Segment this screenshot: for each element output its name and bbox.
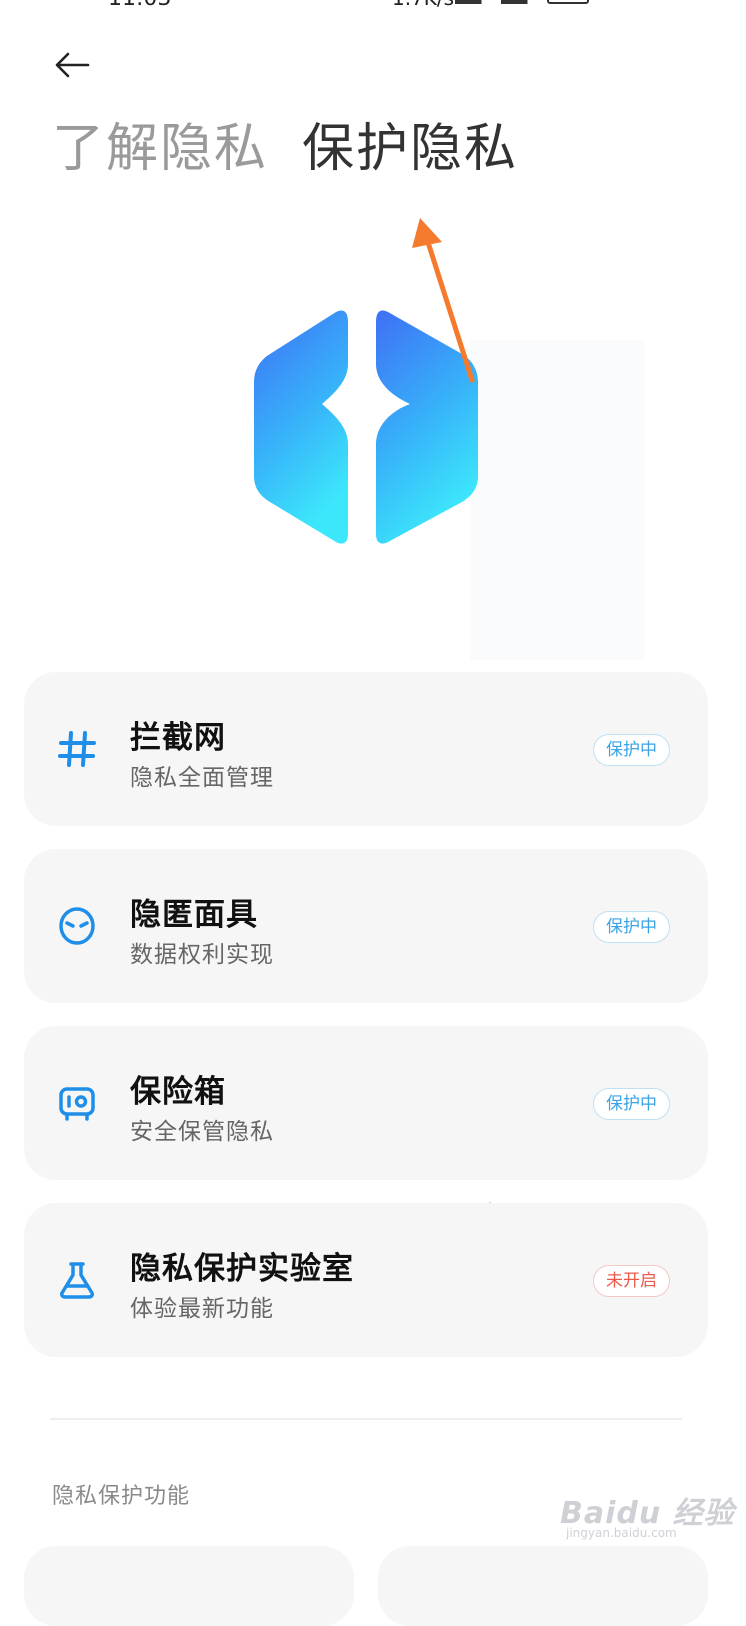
tab-protect-privacy[interactable]: 保护隐私 — [302, 118, 518, 180]
card-interception-net[interactable]: 拦截网 隐私全面管理 保护中 — [24, 672, 708, 826]
status-badge: 未开启 — [593, 1265, 670, 1297]
feature-card-right[interactable] — [378, 1546, 708, 1626]
battery-icon — [547, 0, 589, 4]
status-badge: 保护中 — [593, 1088, 670, 1120]
divider — [50, 1418, 682, 1420]
feature-card-left[interactable] — [24, 1546, 354, 1626]
flask-icon — [60, 1262, 94, 1299]
back-arrow-icon — [55, 52, 90, 78]
card-subtitle: 安全保管隐私 — [130, 1119, 274, 1145]
card-subtitle: 体验最新功能 — [130, 1296, 274, 1322]
card-title: 隐私保护实验室 — [130, 1251, 354, 1287]
card-privacy-mask[interactable]: 隐匿面具 数据权利实现 保护中 — [24, 849, 708, 1003]
card-privacy-lab[interactable]: 隐私保护实验室 体验最新功能 未开启 — [24, 1203, 708, 1357]
status-bar: 11:03 1.7K/s — [0, 0, 746, 11]
tab-bar: 了解隐私 保护隐私 — [52, 118, 518, 180]
card-subtitle: 数据权利实现 — [130, 942, 274, 968]
signal-icon — [455, 0, 493, 4]
status-time: 11:03 — [108, 0, 171, 11]
status-badge: 保护中 — [593, 734, 670, 766]
card-title: 隐匿面具 — [130, 897, 258, 933]
privacy-shield-logo-icon — [254, 310, 478, 544]
mask-icon — [59, 907, 95, 945]
background-haze — [470, 340, 645, 660]
tab-learn-privacy[interactable]: 了解隐私 — [52, 118, 268, 180]
signal-icon-2 — [501, 0, 539, 4]
network-speed: 1.7K/s — [392, 0, 454, 10]
card-subtitle: 隐私全面管理 — [130, 765, 274, 791]
baidu-watermark: Baidu 经验 jingyan.baidu.com — [560, 1488, 735, 1540]
watermark-sub: jingyan.baidu.com — [566, 1526, 677, 1540]
section-label: 隐私保护功能 — [52, 1484, 191, 1509]
card-title: 保险箱 — [130, 1074, 226, 1110]
back-button[interactable] — [50, 45, 94, 85]
safe-icon — [59, 1087, 95, 1121]
status-icons — [455, 0, 589, 4]
status-badge: 保护中 — [593, 911, 670, 943]
hashtag-icon — [58, 731, 96, 767]
card-title: 拦截网 — [130, 720, 226, 756]
card-safe-box[interactable]: 保险箱 安全保管隐私 保护中 — [24, 1026, 708, 1180]
